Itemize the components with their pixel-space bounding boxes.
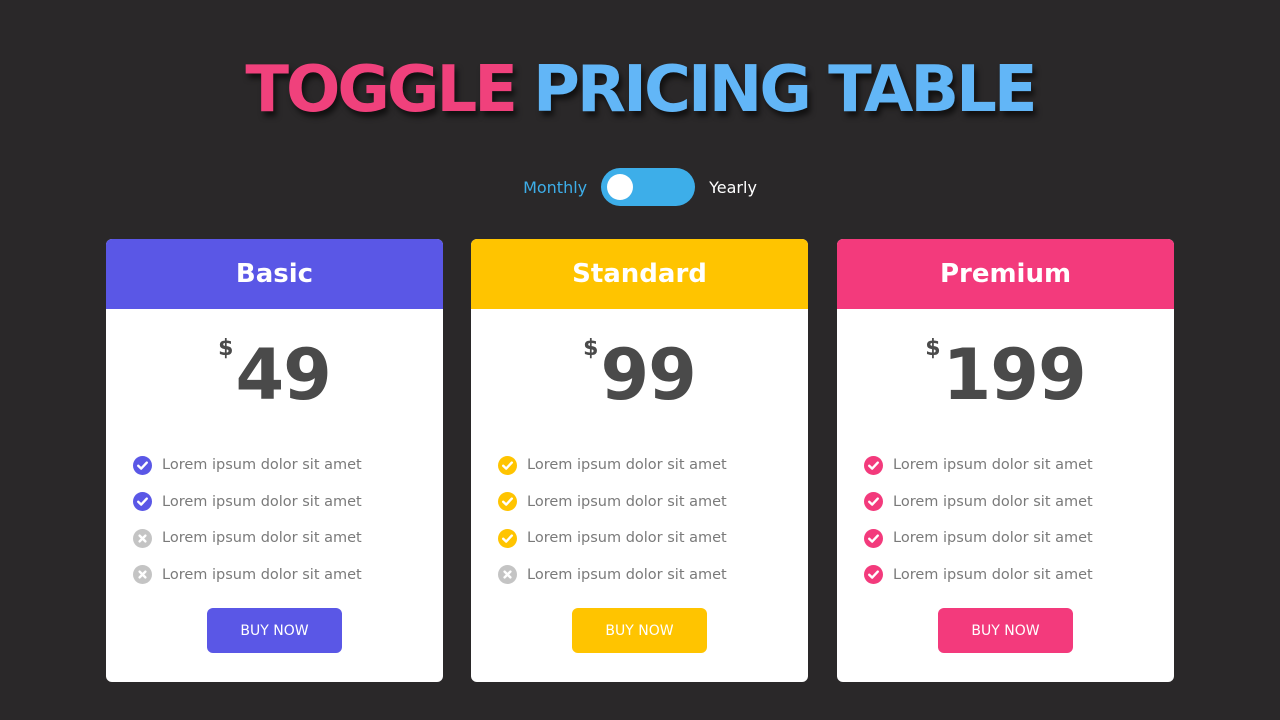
feature-text: Lorem ipsum dolor sit amet: [527, 566, 727, 583]
plan-card-premium: Premium $199 Lorem ipsum dolor sit amet …: [837, 239, 1174, 682]
x-circle-icon: [133, 528, 152, 548]
feature-text: Lorem ipsum dolor sit amet: [893, 530, 1093, 547]
feature-text: Lorem ipsum dolor sit amet: [162, 457, 362, 474]
check-circle-icon: [864, 528, 883, 548]
plan-card-basic: Basic $49 Lorem ipsum dolor sit amet Lor…: [106, 239, 443, 682]
plan-price: $199: [837, 335, 1174, 434]
feature-text: Lorem ipsum dolor sit amet: [527, 493, 727, 510]
feature-item: Lorem ipsum dolor sit amet: [133, 520, 362, 557]
feature-item: Lorem ipsum dolor sit amet: [498, 557, 727, 594]
buy-now-button[interactable]: BUY NOW: [207, 608, 342, 653]
feature-text: Lorem ipsum dolor sit amet: [893, 493, 1093, 510]
plan-price: $49: [106, 335, 443, 434]
check-circle-icon: [498, 455, 517, 475]
pricing-cards: Basic $49 Lorem ipsum dolor sit amet Lor…: [106, 239, 1174, 682]
feature-text: Lorem ipsum dolor sit amet: [893, 566, 1093, 583]
feature-text: Lorem ipsum dolor sit amet: [162, 530, 362, 547]
check-circle-icon: [864, 565, 883, 585]
price-amount: 49: [235, 334, 331, 416]
check-circle-icon: [133, 492, 152, 512]
feature-item: Lorem ipsum dolor sit amet: [498, 520, 727, 557]
plan-header: Basic: [106, 239, 443, 309]
billing-toggle-switch[interactable]: [601, 168, 696, 206]
check-circle-icon: [864, 492, 883, 512]
check-circle-icon: [498, 528, 517, 548]
plan-price: $99: [471, 335, 808, 434]
feature-list: Lorem ipsum dolor sit amet Lorem ipsum d…: [133, 447, 362, 593]
x-circle-icon: [498, 565, 517, 585]
feature-item: Lorem ipsum dolor sit amet: [133, 484, 362, 521]
feature-text: Lorem ipsum dolor sit amet: [162, 493, 362, 510]
check-circle-icon: [864, 455, 883, 475]
feature-item: Lorem ipsum dolor sit amet: [864, 520, 1093, 557]
feature-item: Lorem ipsum dolor sit amet: [498, 447, 727, 484]
pricing-page: TOGGLE PRICING TABLE Monthly Yearly Basic…: [0, 0, 1280, 720]
currency-symbol: $: [583, 336, 599, 361]
currency-symbol: $: [218, 336, 234, 361]
plan-header: Standard: [471, 239, 808, 309]
title-word-pricing-table: PRICING TABLE: [532, 53, 1038, 127]
feature-item: Lorem ipsum dolor sit amet: [133, 447, 362, 484]
plan-name: Standard: [572, 259, 707, 289]
feature-item: Lorem ipsum dolor sit amet: [864, 557, 1093, 594]
toggle-knob: [607, 174, 634, 200]
check-circle-icon: [133, 455, 152, 475]
yearly-label[interactable]: Yearly: [709, 178, 757, 197]
feature-list: Lorem ipsum dolor sit amet Lorem ipsum d…: [864, 447, 1093, 593]
plan-name: Basic: [235, 259, 314, 289]
feature-item: Lorem ipsum dolor sit amet: [498, 484, 727, 521]
plan-header: Premium: [837, 239, 1174, 309]
feature-item: Lorem ipsum dolor sit amet: [864, 447, 1093, 484]
plan-name: Premium: [939, 259, 1072, 289]
page-title: TOGGLE PRICING TABLE: [0, 50, 1280, 130]
feature-text: Lorem ipsum dolor sit amet: [527, 457, 727, 474]
check-circle-icon: [498, 492, 517, 512]
billing-toggle-row: Monthly Yearly: [0, 168, 1280, 206]
plan-card-standard: Standard $99 Lorem ipsum dolor sit amet …: [471, 239, 808, 682]
feature-list: Lorem ipsum dolor sit amet Lorem ipsum d…: [498, 447, 727, 593]
buy-now-button[interactable]: BUY NOW: [938, 608, 1073, 653]
feature-text: Lorem ipsum dolor sit amet: [162, 566, 362, 583]
monthly-label[interactable]: Monthly: [523, 178, 587, 197]
title-word-toggle: TOGGLE: [245, 53, 518, 127]
buy-now-button[interactable]: BUY NOW: [572, 608, 707, 653]
price-amount: 199: [942, 334, 1087, 416]
price-amount: 99: [600, 334, 696, 416]
currency-symbol: $: [925, 336, 941, 361]
x-circle-icon: [133, 565, 152, 585]
feature-item: Lorem ipsum dolor sit amet: [864, 484, 1093, 521]
feature-text: Lorem ipsum dolor sit amet: [893, 457, 1093, 474]
feature-item: Lorem ipsum dolor sit amet: [133, 557, 362, 594]
feature-text: Lorem ipsum dolor sit amet: [527, 530, 727, 547]
